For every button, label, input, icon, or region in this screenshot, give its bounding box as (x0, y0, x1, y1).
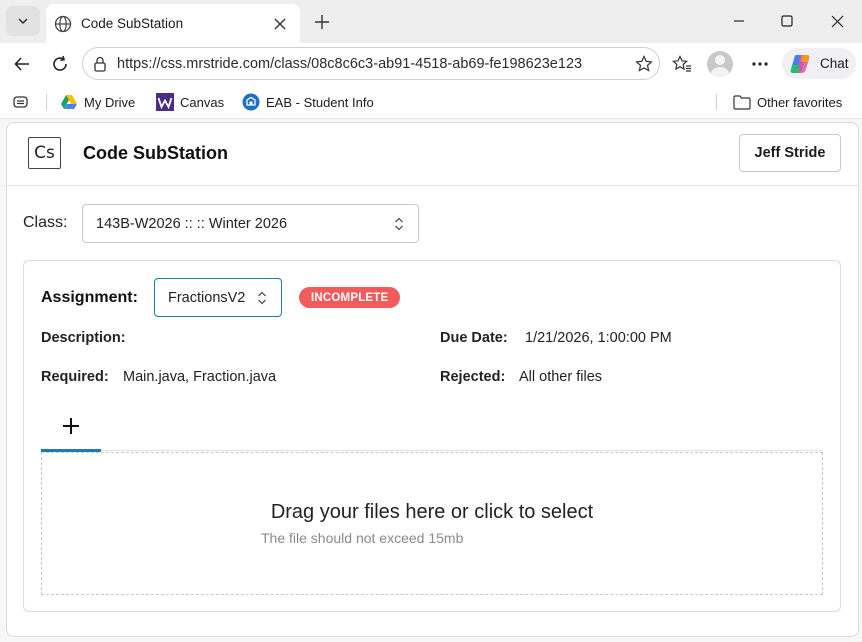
minimize-button[interactable] (722, 6, 756, 36)
maximize-icon (781, 15, 793, 27)
new-tab-button[interactable] (308, 8, 336, 36)
chat-label: Chat (820, 56, 849, 71)
minimize-icon (734, 20, 744, 22)
browser-toolbar: https://css.mrstride.com/class/08c8c6c3-… (0, 43, 862, 84)
bookmark-separator (46, 94, 47, 110)
google-drive-icon (61, 95, 77, 109)
favorites-button[interactable] (666, 49, 698, 79)
due-date-label: Due Date: (440, 330, 508, 346)
close-icon (831, 15, 843, 27)
star-icon (635, 54, 653, 72)
browser-tab-strip: Code SubStation (0, 0, 862, 43)
tab-close-button[interactable] (266, 10, 294, 38)
copilot-icon (790, 54, 810, 73)
tab-title: Code SubStation (81, 16, 184, 31)
profile-avatar[interactable] (707, 51, 733, 77)
copilot-chat-button[interactable]: Chat (782, 48, 856, 79)
assignment-select[interactable]: FractionsV2 (154, 278, 282, 317)
favorite-star-button[interactable] (629, 49, 659, 79)
url-text: https://css.mrstride.com/class/08c8c6c3-… (117, 55, 583, 72)
chevron-down-icon (18, 18, 28, 25)
description-label: Description: (41, 330, 126, 346)
favorites-list-icon (672, 55, 691, 72)
canvas-w-icon (156, 93, 174, 111)
rejected-value: All other files (519, 369, 603, 385)
other-favorites-folder[interactable]: Other favorites (733, 92, 842, 112)
bookmark-eab[interactable]: EAB - Student Info (242, 92, 374, 112)
collections-button[interactable] (12, 92, 30, 112)
web-page: Cs Code SubStation Jeff Stride Class: 14… (6, 122, 859, 637)
plus-icon (63, 418, 79, 434)
app-header: Cs Code SubStation Jeff Stride (7, 123, 858, 186)
class-select[interactable]: 143B-W2026 :: :: Winter 2026 (82, 204, 419, 243)
eab-icon (242, 93, 260, 111)
other-favorites-label: Other favorites (757, 94, 843, 110)
tab-divider (41, 450, 823, 451)
up-down-chevron-icon (258, 291, 266, 304)
required-label: Required: (41, 369, 109, 385)
refresh-button[interactable] (44, 49, 76, 79)
bookmark-separator (716, 94, 717, 110)
bookmark-canvas[interactable]: Canvas (156, 92, 224, 112)
bookmark-my-drive[interactable]: My Drive (60, 92, 135, 112)
rejected-label: Rejected: (440, 369, 506, 385)
up-down-chevron-icon (395, 217, 403, 230)
tab-actions-menu-button[interactable] (6, 6, 40, 36)
refresh-icon (53, 55, 67, 71)
close-icon (274, 18, 286, 29)
bookmarks-bar: My Drive Canvas EAB - Student Info Other… (0, 84, 862, 119)
globe-icon (54, 15, 72, 32)
file-dropzone[interactable]: Drag your files here or click to select … (41, 452, 823, 595)
app-title: Code SubStation (83, 143, 228, 163)
due-date-value: 1/21/2026, 1:00:00 PM (525, 330, 672, 346)
collections-icon (13, 96, 28, 108)
add-file-tab[interactable] (41, 401, 101, 451)
assignment-select-value: FractionsV2 (168, 289, 246, 306)
assignment-label: Assignment: (41, 289, 138, 306)
user-menu-button[interactable]: Jeff Stride (739, 134, 841, 172)
folder-icon (733, 94, 751, 110)
address-bar[interactable]: https://css.mrstride.com/class/08c8c6c3-… (82, 47, 660, 80)
plus-icon (315, 15, 329, 29)
more-menu-button[interactable] (744, 49, 776, 79)
browser-tab-active[interactable]: Code SubStation (46, 4, 300, 43)
dropzone-subtitle: The file should not exceed 15mb (261, 530, 464, 546)
bookmark-label: Canvas (180, 94, 225, 110)
maximize-button[interactable] (770, 6, 804, 36)
required-value: Main.java, Fraction.java (123, 369, 277, 385)
status-badge: INCOMPLETE (299, 287, 401, 308)
dropzone-title: Drag your files here or click to select (270, 501, 594, 523)
window-close-button[interactable] (820, 6, 854, 36)
bookmark-label: My Drive (84, 94, 136, 110)
app-logo[interactable]: Cs (28, 137, 61, 169)
class-label: Class: (23, 214, 68, 231)
lock-icon (94, 56, 106, 72)
arrow-left-icon (14, 57, 29, 71)
more-horizontal-icon (752, 62, 768, 66)
assignment-card: Assignment: FractionsV2 INCOMPLETE Descr… (23, 260, 841, 612)
bookmark-label: EAB - Student Info (266, 94, 374, 110)
class-select-value: 143B-W2026 :: :: Winter 2026 (96, 215, 288, 232)
back-button[interactable] (6, 49, 38, 79)
